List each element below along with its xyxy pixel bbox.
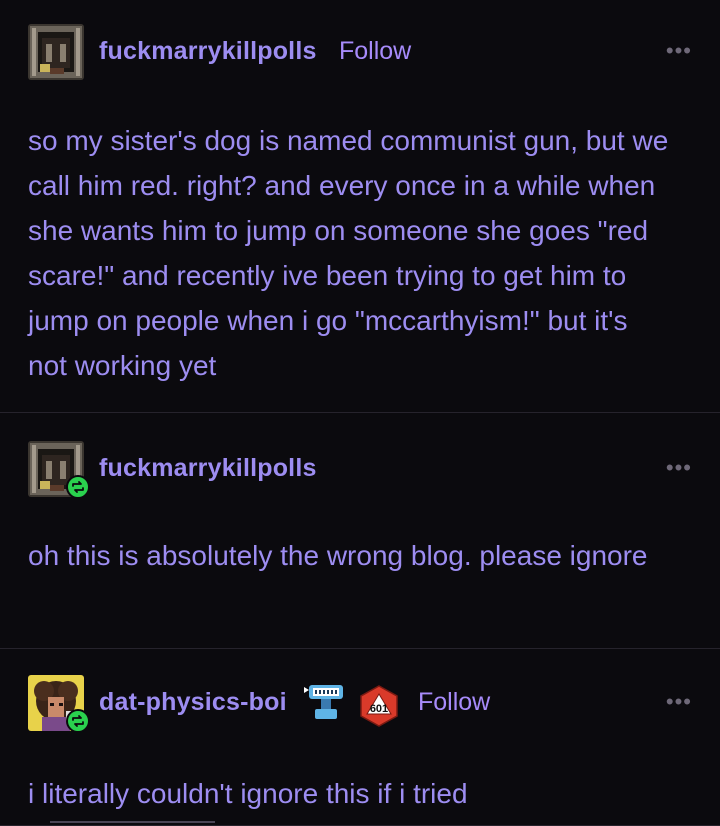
more-options-icon[interactable]: ••• (666, 38, 692, 64)
user-badges: 601 (303, 681, 401, 730)
post-username[interactable]: fuckmarrykillpolls (99, 454, 317, 483)
more-options-icon[interactable]: ••• (666, 455, 692, 481)
post-header: fuckmarrykillpolls Follow ••• (0, 20, 720, 84)
avatar[interactable] (28, 24, 84, 80)
d20-dice-badge-icon[interactable]: 601 (357, 684, 401, 728)
post-text: i literally couldn't ignore this if i tr… (28, 778, 468, 809)
post-text: so my sister's dog is named communist gu… (28, 125, 669, 381)
post-3: dat-physics-boi 601 Follow ••• i literal… (0, 649, 720, 826)
post-2: fuckmarrykillpolls ••• oh this is absolu… (0, 413, 720, 649)
post-username[interactable]: dat-physics-boi (99, 688, 287, 717)
reblog-icon (66, 475, 90, 499)
more-options-icon[interactable]: ••• (666, 689, 692, 715)
dice-badge-number: 601 (369, 702, 389, 715)
reblog-icon (66, 709, 90, 733)
post-username[interactable]: fuckmarrykillpolls (99, 37, 317, 66)
post-header: fuckmarrykillpolls ••• (0, 437, 720, 501)
post-header: dat-physics-boi 601 Follow ••• (0, 671, 720, 735)
post-1: fuckmarrykillpolls Follow ••• so my sist… (0, 0, 720, 413)
robot-badge-icon[interactable] (303, 681, 351, 730)
follow-button[interactable]: Follow (339, 37, 411, 66)
follow-button[interactable]: Follow (418, 688, 490, 717)
post-text: oh this is absolutely the wrong blog. pl… (28, 540, 648, 571)
